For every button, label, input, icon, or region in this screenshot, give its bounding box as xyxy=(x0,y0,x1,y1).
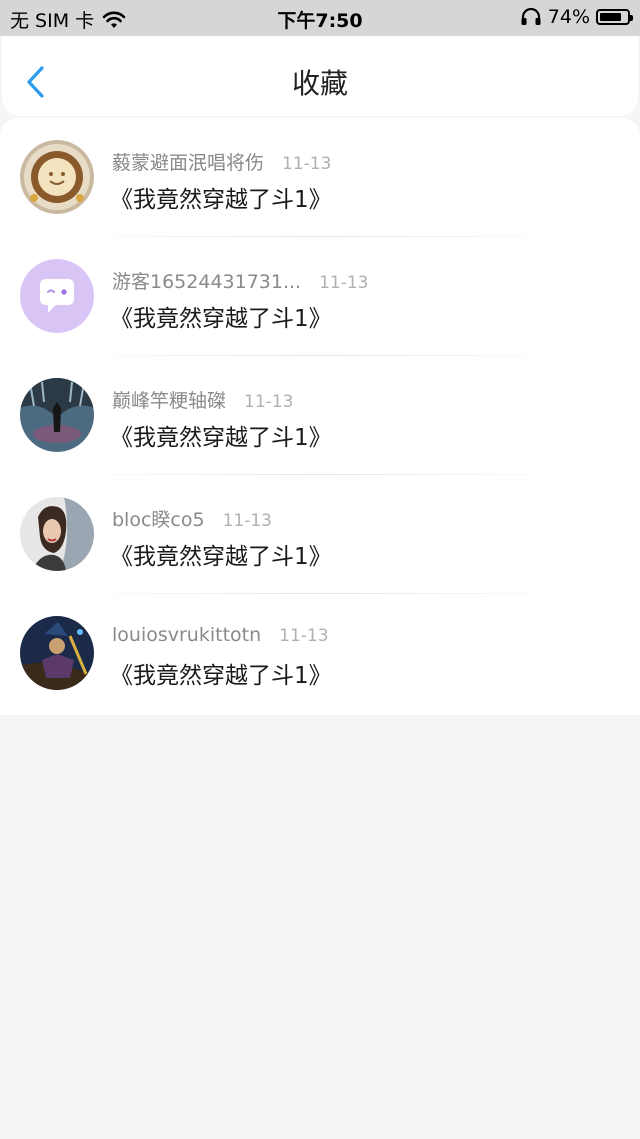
battery-percent: 74% xyxy=(547,6,590,28)
chat-bubble-avatar[interactable] xyxy=(20,259,94,333)
favorites-list: 藙蒙避面泯唱将伤 11-13 《我竟然穿越了斗1》 游客16524431731..… xyxy=(0,118,640,715)
username: bloc睽co5 xyxy=(112,509,205,531)
username: 游客16524431731... xyxy=(112,271,302,293)
date: 11-13 xyxy=(244,392,294,412)
item-meta: 巅峰竿粳轴磔 11-13 xyxy=(112,386,293,413)
username: louiosvrukittotn xyxy=(112,624,262,646)
nav-bar: 收藏 xyxy=(2,36,638,116)
list-item[interactable]: bloc睽co5 11-13 《我竟然穿越了斗1》 xyxy=(0,475,640,594)
latte-art-avatar[interactable] xyxy=(20,140,94,214)
item-meta: 藙蒙避面泯唱将伤 11-13 xyxy=(112,148,331,175)
headphones-icon xyxy=(521,8,541,25)
book-title: 《我竟然穿越了斗1》 xyxy=(110,187,332,213)
item-meta: bloc睽co5 11-13 xyxy=(112,505,272,532)
status-right: 74% xyxy=(520,6,633,28)
list-item[interactable]: 藙蒙避面泯唱将伤 11-13 《我竟然穿越了斗1》 xyxy=(0,118,640,237)
battery-icon xyxy=(596,9,633,25)
dark-art-avatar[interactable] xyxy=(20,378,94,452)
date: 11-13 xyxy=(282,154,332,174)
date: 11-13 xyxy=(279,626,329,646)
item-meta: 游客16524431731... 11-13 xyxy=(112,267,369,294)
item-meta: louiosvrukittotn 11-13 xyxy=(112,624,329,646)
book-title: 《我竟然穿越了斗1》 xyxy=(110,663,332,689)
username: 藙蒙避面泯唱将伤 xyxy=(112,152,265,174)
date: 11-13 xyxy=(222,511,272,531)
book-title: 《我竟然穿越了斗1》 xyxy=(110,306,332,332)
list-item[interactable]: 巅峰竿粳轴磔 11-13 《我竟然穿越了斗1》 xyxy=(0,356,640,475)
username: 巅峰竿粳轴磔 xyxy=(112,390,227,412)
woman-photo-avatar[interactable] xyxy=(20,497,94,571)
page-title: 收藏 xyxy=(291,67,348,100)
date: 11-13 xyxy=(319,273,369,293)
game-character-avatar[interactable] xyxy=(20,616,94,690)
book-title: 《我竟然穿越了斗1》 xyxy=(110,544,332,570)
book-title: 《我竟然穿越了斗1》 xyxy=(110,425,332,451)
status-bar: 无 SIM 卡 下午7:50 74% xyxy=(0,0,640,36)
list-item[interactable]: 游客16524431731... 11-13 《我竟然穿越了斗1》 xyxy=(0,237,640,356)
list-item[interactable]: louiosvrukittotn 11-13 《我竟然穿越了斗1》 xyxy=(0,594,640,713)
